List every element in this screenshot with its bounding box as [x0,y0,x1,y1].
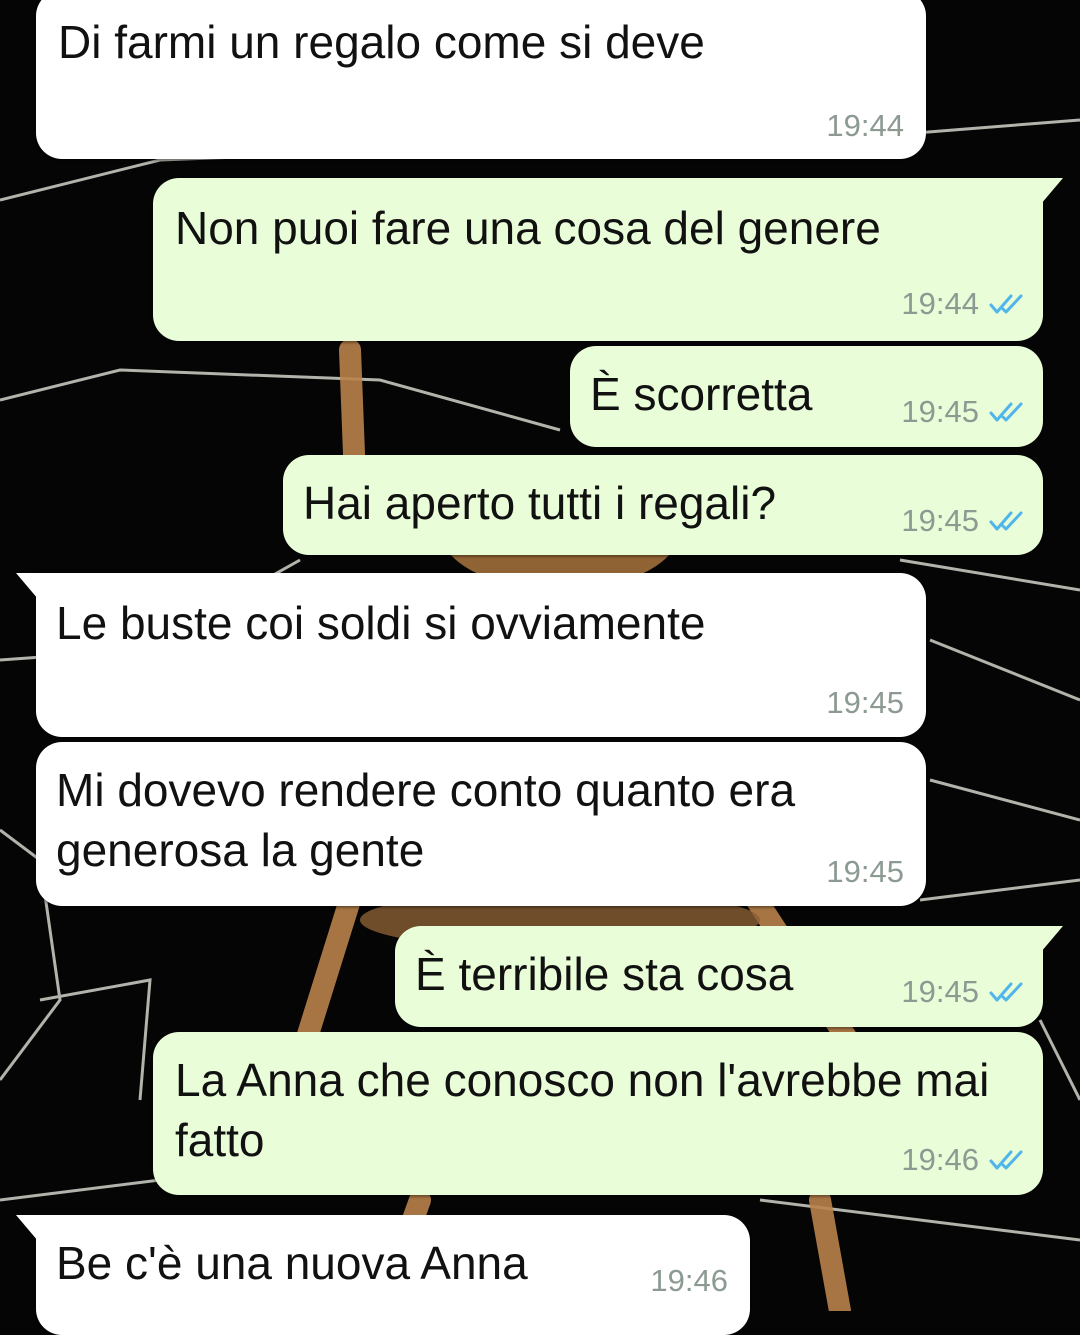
message-time: 19:45 [826,685,904,720]
message-meta: 19:46 [901,1142,1025,1178]
message-meta: 19:45 [901,394,1025,430]
message-text: Be c'è una nuova Anna [56,1237,528,1289]
message-text: È terribile sta cosa [415,948,794,1000]
message-time: 19:44 [826,108,904,143]
message-bubble-incoming[interactable]: Di farmi un regalo come si deve 19:44 [36,0,926,159]
message-meta: 19:45 [901,974,1025,1010]
message-time: 19:46 [901,1142,979,1177]
message-text: Di farmi un regalo come si deve [58,16,705,68]
bubble-tail-icon [16,1215,38,1241]
message-bubble-incoming[interactable]: Le buste coi soldi si ovviamente 19:45 [16,573,926,737]
message-bubble-incoming[interactable]: Be c'è una nuova Anna 19:46 [16,1215,750,1335]
bubble-tail-icon [1041,178,1063,204]
double-check-icon [989,511,1023,531]
message-text: È scorretta [590,368,813,420]
message-bubble-outgoing[interactable]: È terribile sta cosa 19:45 [395,926,1063,1027]
double-check-icon [989,402,1023,422]
message-text: Hai aperto tutti i regali? [303,477,777,529]
message-text: Non puoi fare una cosa del genere [175,202,881,254]
message-bubble-outgoing[interactable]: Non puoi fare una cosa del genere 19:44 [153,178,1063,341]
message-meta: 19:45 [826,854,904,890]
message-meta: 19:44 [901,286,1025,322]
message-time: 19:45 [901,503,979,538]
double-check-icon [989,294,1023,314]
message-time: 19:45 [826,854,904,889]
message-bubble-incoming[interactable]: Mi dovevo rendere conto quanto era gener… [36,742,926,906]
bubble-tail-icon [1041,926,1063,952]
message-bubble-outgoing[interactable]: La Anna che conosco non l'avrebbe mai fa… [153,1032,1043,1195]
message-text: Mi dovevo rendere conto quanto era gener… [56,764,796,876]
message-text: Le buste coi soldi si ovviamente [56,597,706,649]
double-check-icon [989,1150,1023,1170]
bubble-tail-icon [16,573,38,599]
message-time: 19:45 [901,974,979,1009]
message-meta: 19:45 [826,685,904,721]
message-bubble-outgoing[interactable]: Hai aperto tutti i regali? 19:45 [283,455,1043,555]
message-time: 19:44 [901,286,979,321]
message-meta: 19:44 [826,108,904,144]
double-check-icon [989,982,1023,1002]
message-bubble-outgoing[interactable]: È scorretta 19:45 [570,346,1043,447]
message-text: La Anna che conosco non l'avrebbe mai fa… [175,1054,990,1166]
message-meta: 19:46 [650,1263,728,1299]
message-time: 19:46 [650,1263,728,1298]
message-meta: 19:45 [901,503,1025,539]
message-time: 19:45 [901,394,979,429]
